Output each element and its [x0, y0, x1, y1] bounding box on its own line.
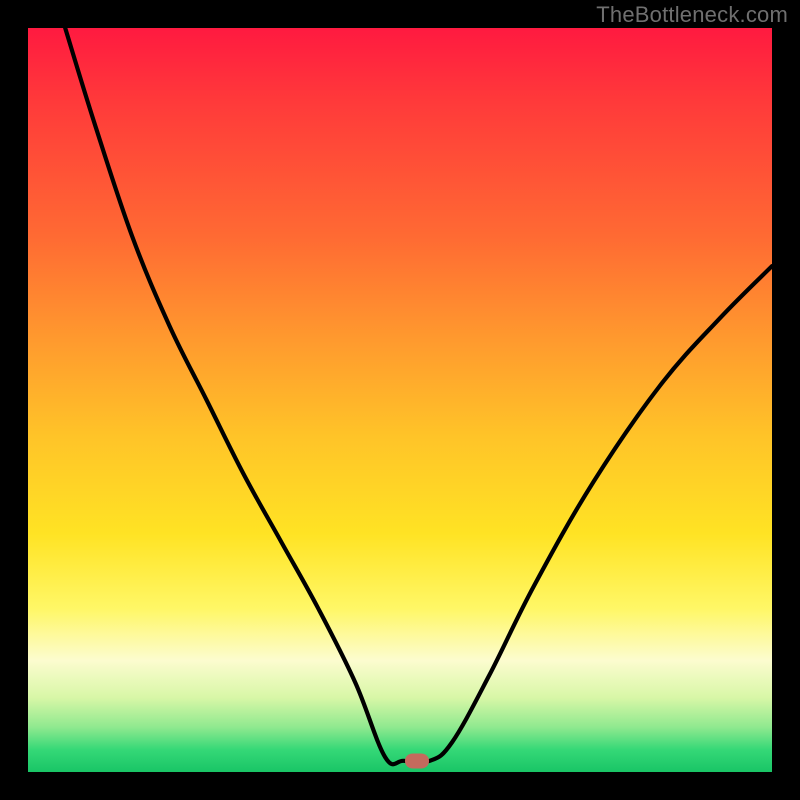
watermark-text: TheBottleneck.com — [596, 2, 788, 28]
bottleneck-curve — [28, 28, 772, 772]
chart-frame: TheBottleneck.com — [0, 0, 800, 800]
plot-area — [28, 28, 772, 772]
optimum-marker — [405, 753, 429, 768]
